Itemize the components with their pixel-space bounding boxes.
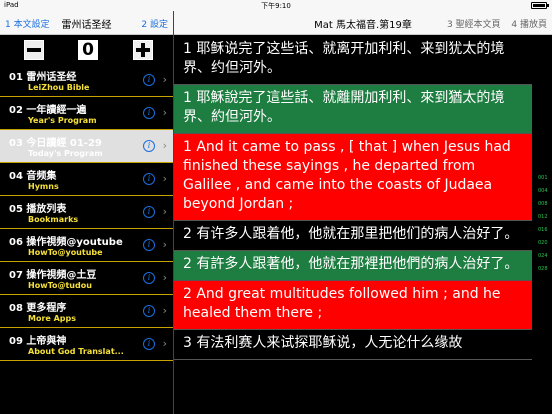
verse-row[interactable]: 1 耶穌說完了這些話、就離開加利利、來到猶太的境界、約但河外。 [174, 85, 532, 134]
menu-item-subtitle: Today's Program [28, 149, 103, 158]
menu-item-subtitle: Year's Program [28, 116, 97, 125]
menu-item-more-apps[interactable]: 08 更多程序 More Apps i › [0, 295, 173, 328]
menu-item-subtitle: HowTo@tudou [28, 281, 92, 290]
verse-row[interactable]: 2 And great multitudes followed him ; an… [174, 281, 532, 330]
menu-item-hymns[interactable]: 04 音频集 Hymns i › [0, 163, 173, 196]
left-navbar: 1 本文設定 雷州话圣经 2 設定 [0, 11, 173, 35]
chevron-right-icon: › [162, 304, 167, 317]
menu-item-howto-tudou[interactable]: 07 操作視頻@土豆 HowTo@tudou i › [0, 262, 173, 295]
verse-index-item[interactable]: 008 [538, 201, 548, 207]
menu-item-label: 07 操作視頻@土豆 [9, 270, 97, 281]
menu-item-label: 06 操作視頻@youtube [9, 237, 123, 248]
verse-row[interactable]: 1 耶稣说完了这些话、就离开加利利、来到犹太的境界、约但河外。 [174, 36, 532, 85]
info-icon[interactable]: i [143, 140, 155, 152]
menu-item-label: 05 播放列表 [9, 204, 67, 215]
increase-font-button[interactable] [133, 40, 153, 60]
verse-index-item[interactable]: 020 [538, 240, 548, 246]
menu-item-subtitle: LeiZhou Bible [28, 83, 90, 92]
decrease-font-button[interactable] [24, 40, 44, 60]
info-icon[interactable]: i [143, 173, 155, 185]
verse-index-item[interactable]: 016 [538, 227, 548, 233]
play-page-button[interactable]: 4 播放頁 [511, 20, 547, 30]
menu-item-subtitle: About God Translat... [28, 347, 124, 356]
info-icon[interactable]: i [143, 74, 155, 86]
verse-row[interactable]: 2 有許多人跟著他，他就在那裡把他們的病人治好了。 [174, 251, 532, 281]
status-bar: iPad 下午9:10 [0, 0, 552, 11]
clock: 下午9:10 [261, 2, 291, 10]
minus-icon [27, 48, 41, 52]
menu-item-label: 01 雷州话圣经 [9, 72, 77, 83]
battery-icon [531, 2, 549, 9]
menu-item-today-program[interactable]: 03 今日讀經 01-29 Today's Program i › [0, 130, 173, 163]
chevron-right-icon: › [162, 238, 167, 251]
menu-item-subtitle: Hymns [28, 182, 59, 191]
settings-button[interactable]: 2 設定 [141, 17, 168, 30]
menu-item-label: 04 音频集 [9, 171, 57, 182]
verse-row[interactable]: 2 有许多人跟着他，他就在那里把他们的病人治好了。 [174, 221, 532, 251]
verse-index-item[interactable]: 024 [538, 253, 548, 259]
verse-index-item[interactable]: 001 [538, 175, 548, 181]
chevron-right-icon: › [162, 205, 167, 218]
menu-item-leizhou-bible[interactable]: 01 雷州话圣经 LeiZhou Bible i › [0, 64, 173, 97]
menu-item-subtitle: HowTo@youtube [28, 248, 103, 257]
chevron-right-icon: › [162, 271, 167, 284]
chevron-right-icon: › [162, 139, 167, 152]
chevron-right-icon: › [162, 106, 167, 119]
verse-list[interactable]: 1 耶稣说完了这些话、就离开加利利、来到犹太的境界、约但河外。 1 耶穌說完了這… [174, 36, 532, 414]
verse-row[interactable]: 3 有法利赛人来试探耶稣说，人无论什么缘故 [174, 330, 532, 360]
menu-item-howto-youtube[interactable]: 06 操作視頻@youtube HowTo@youtube i › [0, 229, 173, 262]
menu-item-label: 09 上帝與神 [9, 336, 67, 347]
verse-index-strip: 001 004 008 012 016 020 024 028 [532, 36, 552, 414]
main-menu: 01 雷州话圣经 LeiZhou Bible i › 02 一年讀經一遍 Yea… [0, 64, 173, 361]
menu-item-subtitle: Bookmarks [28, 215, 79, 224]
verse-row[interactable]: 1 And it came to pass , [ that ] when Je… [174, 134, 532, 221]
menu-item-year-program[interactable]: 02 一年讀經一遍 Year's Program i › [0, 97, 173, 130]
menu-item-subtitle: More Apps [28, 314, 77, 323]
reset-label: 0 [82, 40, 94, 60]
info-icon[interactable]: i [143, 239, 155, 251]
verse-index-item[interactable]: 012 [538, 214, 548, 220]
menu-item-bookmarks[interactable]: 05 播放列表 Bookmarks i › [0, 196, 173, 229]
menu-item-label: 08 更多程序 [9, 303, 67, 314]
bible-text-page-button[interactable]: 3 聖經本文頁 [447, 20, 501, 30]
reset-font-button[interactable]: 0 [78, 40, 98, 60]
info-icon[interactable]: i [143, 107, 155, 119]
info-icon[interactable]: i [143, 338, 155, 350]
font-toolbar: 0 [0, 36, 173, 64]
info-icon[interactable]: i [143, 272, 155, 284]
verse-index-item[interactable]: 028 [538, 266, 548, 272]
info-icon[interactable]: i [143, 206, 155, 218]
menu-item-about-god[interactable]: 09 上帝與神 About God Translat... i › [0, 328, 173, 361]
plus-icon [136, 43, 150, 57]
chevron-right-icon: › [162, 337, 167, 350]
chevron-right-icon: › [162, 73, 167, 86]
verse-index-item[interactable]: 004 [538, 188, 548, 194]
info-icon[interactable]: i [143, 305, 155, 317]
right-navbar: Mat 馬太福音.第19章 3 聖經本文頁 4 播放頁 [174, 11, 552, 35]
menu-item-label: 02 一年讀經一遍 [9, 105, 87, 116]
menu-item-label: 03 今日讀經 01-29 [9, 138, 102, 149]
chevron-right-icon: › [162, 172, 167, 185]
